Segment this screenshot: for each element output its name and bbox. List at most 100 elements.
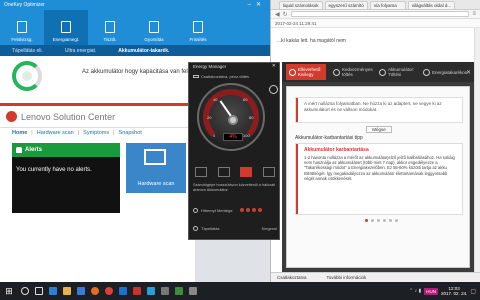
menu-symptoms[interactable]: Symptoms xyxy=(83,130,109,136)
battery-icon xyxy=(61,21,71,33)
subtab-power[interactable]: Tápellátás eli. xyxy=(12,48,43,54)
status-more-info[interactable]: További információk xyxy=(327,275,367,280)
hibernate-row[interactable]: Hibernyt Mentége xyxy=(193,205,277,215)
leaf-icon xyxy=(422,68,430,76)
browser-tab-bar: liquid számolások egyszerű számító vía f… xyxy=(271,0,480,10)
windows-start-icon[interactable]: ⊞ xyxy=(0,282,18,300)
rocket-icon[interactable] xyxy=(262,167,275,177)
browser-tab[interactable]: egyszerű számító xyxy=(324,0,368,9)
battery-ring-center xyxy=(22,71,32,81)
lsc-title: Lenovo Solution Center xyxy=(21,111,116,122)
bell-icon xyxy=(16,147,22,153)
onekey-subnav: Tápellátás eli. Ultra energiat. Akkumulá… xyxy=(0,45,270,56)
browser-scrollbar[interactable] xyxy=(474,28,480,282)
pager-dot[interactable] xyxy=(377,219,380,222)
hardware-scan-tile[interactable]: Hardware scan xyxy=(126,143,186,193)
onekey-nav: Felülvizsg. Energiamegt. Tisztít. Gyorsí… xyxy=(0,10,220,45)
menu-home[interactable]: Home xyxy=(12,130,27,136)
close-icon[interactable]: ✕ xyxy=(272,63,276,69)
pager-dot[interactable] xyxy=(383,219,386,222)
em-mode-icons xyxy=(195,167,275,177)
tab-charge[interactable]: Kedvezményes töltés xyxy=(330,64,373,80)
browser-address-bar: ◀ ↻ ≡ xyxy=(271,10,480,19)
alerts-panel[interactable]: Alerts You currently have no alerts. xyxy=(12,143,120,213)
language-indicator[interactable]: HUN xyxy=(424,287,439,295)
onekey-app-icon[interactable] xyxy=(144,282,158,300)
url-input[interactable] xyxy=(290,11,470,17)
update-icon xyxy=(193,21,203,33)
hardware-scan-label: Hardware scan xyxy=(137,181,175,187)
nav-speedup[interactable]: Gyorsítás xyxy=(132,10,176,45)
plug-icon xyxy=(332,68,340,76)
battery-icon xyxy=(289,68,296,76)
gauge-mode-icon[interactable] xyxy=(240,167,253,177)
energy-app-icon[interactable] xyxy=(158,282,172,300)
pause-icon[interactable] xyxy=(217,167,230,177)
menu-hardware-scan[interactable]: Hardware scan xyxy=(37,130,74,136)
lenovo-app-icon[interactable] xyxy=(130,282,144,300)
menu-button[interactable] xyxy=(269,85,278,94)
energy-manager-settings: Elkiverhető: Kivilegy Kedvezményes tölté… xyxy=(282,62,474,272)
system-tray: ⌃ ♪ ▮ HUN 12:03 2017. 02. 24. ▢ xyxy=(409,286,480,296)
window-controls[interactable]: –✕ xyxy=(248,1,266,8)
chrome-icon[interactable] xyxy=(102,282,116,300)
browser-tab[interactable]: liquid számolások xyxy=(279,0,323,9)
back-icon[interactable]: ◀ xyxy=(275,11,280,18)
tray-icons[interactable]: ⌃ ♪ ▮ xyxy=(409,288,421,294)
nav-clean[interactable]: Tisztít. xyxy=(88,10,132,45)
settings-icon[interactable] xyxy=(186,282,200,300)
tab-battery-state[interactable]: Elkiverhető: Kivilegy xyxy=(286,64,326,80)
reload-icon[interactable]: ↻ xyxy=(283,11,288,18)
menu-separator: | xyxy=(77,130,80,136)
radio-button[interactable] xyxy=(193,207,198,213)
subtab-battery-saver[interactable]: Akkumulátor-takarék. xyxy=(118,48,169,54)
clock[interactable]: 12:03 2017. 02. 24. xyxy=(441,286,467,296)
lenovo-solution-center: Lenovo Solution Center Home | Hardware s… xyxy=(0,103,195,282)
cancel-button[interactable]: Mégse xyxy=(366,126,392,133)
lenovo-logo-icon xyxy=(6,111,17,122)
tab-energy-saving[interactable]: Energiatakarékos xyxy=(420,64,467,80)
window-title: OneKey Optimizer xyxy=(4,2,45,8)
nav-update[interactable]: Frissítés xyxy=(176,10,220,45)
radio-button[interactable] xyxy=(193,225,198,231)
mode-description: Számítógépe hosszútávon közvetlenül a há… xyxy=(193,183,276,192)
explorer-icon[interactable] xyxy=(60,282,74,300)
pager-dot[interactable] xyxy=(389,219,392,222)
nav-checkup[interactable]: Felülvizsg. xyxy=(0,10,44,45)
pager-dot[interactable] xyxy=(395,219,398,222)
info-message: A mért nullázsa folyamatban. Ne húzza ki… xyxy=(295,97,463,133)
menu-snapshot[interactable]: Snapshot xyxy=(119,130,142,136)
task-view-icon[interactable] xyxy=(32,282,46,300)
lsc-header: Lenovo Solution Center xyxy=(0,106,195,128)
search-icon[interactable] xyxy=(18,282,32,300)
browser-tab[interactable]: vía folyama xyxy=(369,0,406,9)
power-row[interactable]: Tápellátás Kiegensi xyxy=(193,223,277,233)
tab-battery-charge[interactable]: Akkumulátor: Töltési xyxy=(376,64,416,80)
notifications-icon[interactable]: ▢ xyxy=(470,288,476,295)
menu-separator: | xyxy=(31,130,33,136)
edge-icon[interactable] xyxy=(46,282,60,300)
status-connected: Csatlakoztatva xyxy=(277,275,307,280)
gauge-tick: 60 xyxy=(243,97,248,102)
nav-energy[interactable]: Energiamegt. xyxy=(44,10,88,45)
firefox-icon[interactable] xyxy=(88,282,102,300)
pager-dot[interactable] xyxy=(365,219,368,222)
close-icon[interactable]: ✕ xyxy=(466,69,471,76)
monitor-icon[interactable] xyxy=(195,167,207,177)
mail-icon[interactable] xyxy=(116,282,130,300)
subtab-ultra[interactable]: Ultra energiat. xyxy=(65,48,96,54)
document-text: ...ki kakás lett. ha magától nem xyxy=(277,38,346,44)
pager-dot[interactable] xyxy=(371,219,374,222)
sheet-bar: 2017-02-24 11:29:41 xyxy=(271,19,480,28)
store-icon[interactable] xyxy=(74,282,88,300)
browser-tab[interactable]: világváltás oldal d... xyxy=(407,0,456,9)
speedometer-icon xyxy=(149,21,159,33)
energy-manager-gauge-window: Energy Manager ✕ Csatlakoztatva, pénz-tö… xyxy=(188,62,280,240)
photos-icon[interactable] xyxy=(172,282,186,300)
battery-percent: 4% xyxy=(223,133,243,141)
menu-icon[interactable]: ≡ xyxy=(472,11,476,17)
gauge-tick: 20 xyxy=(207,115,212,120)
gauge-tick: 80 xyxy=(249,115,254,120)
alerts-message: You currently have no alerts. xyxy=(16,167,92,173)
battery-icon xyxy=(193,75,199,78)
